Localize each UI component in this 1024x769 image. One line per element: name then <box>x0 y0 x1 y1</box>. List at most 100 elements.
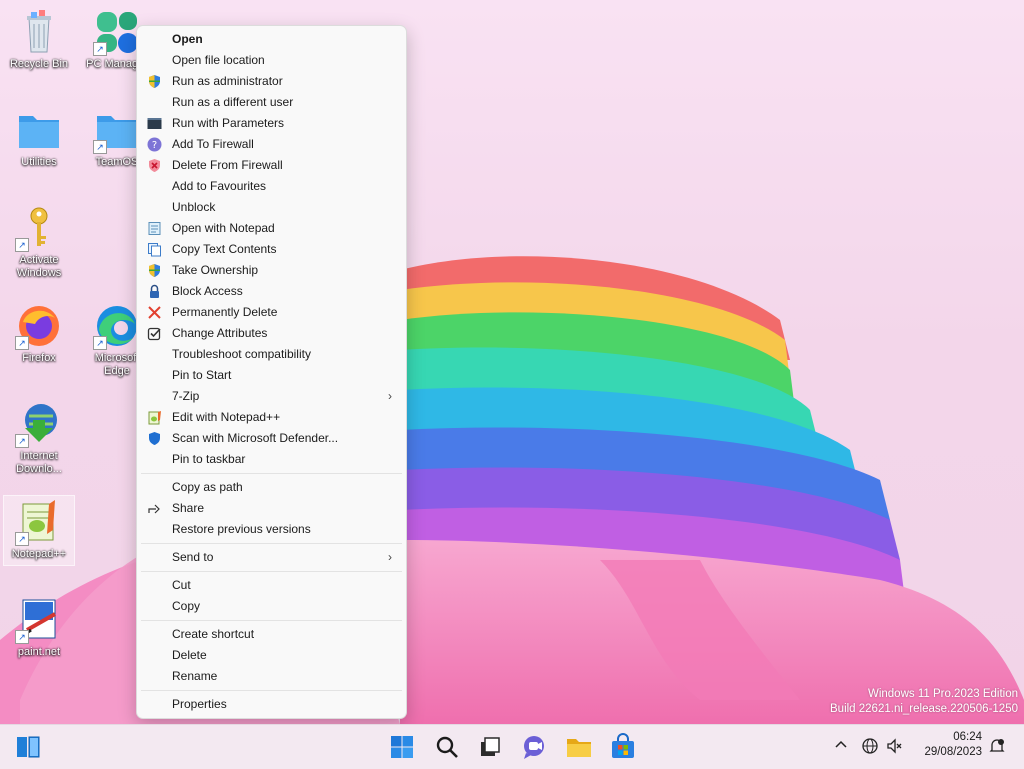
menu-item-share[interactable]: Share <box>137 498 406 519</box>
desktop-icon-label: Firefox <box>22 352 56 364</box>
menu-item-delete[interactable]: Delete <box>137 645 406 666</box>
menu-item-label: Copy <box>172 599 201 613</box>
taskbar: 06:24 29/08/2023 <box>0 724 1024 769</box>
microsoft-store-button[interactable] <box>609 733 637 761</box>
menu-item-properties[interactable]: Properties <box>137 694 406 715</box>
notepadpp-icon: ↗ <box>15 498 63 546</box>
menu-item-edit-with-notepadpp[interactable]: Edit with Notepad++ <box>137 407 406 428</box>
menu-item-delete-from-firewall[interactable]: Delete From Firewall <box>137 155 406 176</box>
menu-item-label: Add To Firewall <box>172 137 254 151</box>
menu-item-run-as-administrator[interactable]: Run as administrator <box>137 71 406 92</box>
search-button[interactable] <box>433 733 461 761</box>
chevron-up-icon <box>835 740 847 748</box>
network-button[interactable] <box>860 737 880 757</box>
menu-item-cut[interactable]: Cut <box>137 575 406 596</box>
windows-logo-icon <box>391 736 413 758</box>
notification-bell-icon <box>989 739 1005 752</box>
desktop-icon-firefox[interactable]: ↗ Firefox <box>8 302 70 365</box>
clock-date: 29/08/2023 <box>924 746 982 758</box>
menu-item-pin-to-taskbar[interactable]: Pin to taskbar <box>137 449 406 470</box>
shortcut-arrow-icon: ↗ <box>15 630 29 644</box>
pc-manager-icon: ↗ <box>93 8 141 56</box>
menu-item-change-attributes[interactable]: Change Attributes <box>137 323 406 344</box>
menu-item-run-as-different-user[interactable]: Run as a different user <box>137 92 406 113</box>
menu-item-copy[interactable]: Copy <box>137 596 406 617</box>
volume-muted-icon <box>887 738 902 754</box>
menu-item-label: Share <box>172 501 205 515</box>
paint-net-icon: ↗ <box>15 596 63 644</box>
share-icon <box>147 501 162 516</box>
menu-item-label: Run as administrator <box>172 74 283 88</box>
task-view-button[interactable] <box>476 733 504 761</box>
desktop-icon-label: Notepad++ <box>11 548 67 560</box>
menu-item-label: Troubleshoot compatibility <box>172 347 311 361</box>
menu-item-label: Add to Favourites <box>172 179 267 193</box>
desktop-icon-activate-windows[interactable]: ↗ Activate Windows <box>8 204 70 280</box>
menu-item-label: Take Ownership <box>172 263 259 277</box>
menu-item-open[interactable]: Open <box>137 29 406 50</box>
menu-item-7-zip[interactable]: 7-Zip › <box>137 386 406 407</box>
clock-time: 06:24 <box>953 731 982 743</box>
desktop-icon-recycle-bin[interactable]: Recycle Bin <box>8 8 70 71</box>
desktop-icon-paint-net[interactable]: ↗ paint.net <box>8 596 70 659</box>
key-icon: ↗ <box>15 204 63 252</box>
menu-item-label: Cut <box>172 578 191 592</box>
defender-icon <box>147 431 162 446</box>
help-circle-icon: ? <box>147 137 162 152</box>
desktop-icon-internet-download-manager[interactable]: ↗ Internet Downlo... <box>8 400 70 476</box>
menu-item-label: 7-Zip <box>172 389 200 403</box>
menu-item-add-to-firewall[interactable]: ? Add To Firewall <box>137 134 406 155</box>
search-icon <box>436 736 458 758</box>
desktop-icon-utilities[interactable]: Utilities <box>8 106 70 169</box>
context-menu: Open Open file location Run as administr… <box>136 25 407 719</box>
menu-item-send-to[interactable]: Send to › <box>137 547 406 568</box>
menu-item-open-file-location[interactable]: Open file location <box>137 50 406 71</box>
menu-item-unblock[interactable]: Unblock <box>137 197 406 218</box>
menu-item-copy-as-path[interactable]: Copy as path <box>137 477 406 498</box>
shortcut-arrow-icon: ↗ <box>15 238 29 252</box>
menu-item-copy-text-contents[interactable]: Copy Text Contents <box>137 239 406 260</box>
menu-item-troubleshoot-compatibility[interactable]: Troubleshoot compatibility <box>137 344 406 365</box>
teams-chat-button[interactable] <box>520 733 548 761</box>
widgets-button[interactable] <box>14 733 42 761</box>
desktop-icon-label: Internet Downlo... <box>16 450 62 475</box>
desktop-icon-label: Activate Windows <box>16 254 62 279</box>
terminal-icon <box>147 116 162 131</box>
notifications-button[interactable] <box>986 737 1008 757</box>
menu-item-run-with-parameters[interactable]: Run with Parameters <box>137 113 406 134</box>
menu-item-label: Run with Parameters <box>172 116 285 130</box>
menu-item-scan-with-defender[interactable]: Scan with Microsoft Defender... <box>137 428 406 449</box>
menu-item-rename[interactable]: Rename <box>137 666 406 687</box>
menu-item-permanently-delete[interactable]: Permanently Delete <box>137 302 406 323</box>
file-explorer-button[interactable] <box>565 733 593 761</box>
desktop-icon-label: TeamOS <box>95 156 139 168</box>
widgets-icon <box>17 736 40 758</box>
menu-item-label: Restore previous versions <box>172 522 311 536</box>
menu-item-label: Delete <box>172 648 207 662</box>
chat-icon <box>524 736 544 759</box>
chevron-right-icon: › <box>388 550 392 564</box>
menu-item-block-access[interactable]: Block Access <box>137 281 406 302</box>
menu-item-take-ownership[interactable]: Take Ownership <box>137 260 406 281</box>
menu-item-restore-previous-versions[interactable]: Restore previous versions <box>137 519 406 540</box>
menu-item-label: Pin to taskbar <box>172 452 246 466</box>
shortcut-arrow-icon: ↗ <box>93 140 107 154</box>
menu-item-open-with-notepad[interactable]: Open with Notepad <box>137 218 406 239</box>
copy-doc-icon <box>147 242 162 257</box>
menu-separator <box>141 543 402 544</box>
desktop-icon-label: Recycle Bin <box>9 58 69 70</box>
chevron-right-icon: › <box>388 389 392 403</box>
start-button[interactable] <box>388 733 416 761</box>
menu-item-pin-to-start[interactable]: Pin to Start <box>137 365 406 386</box>
folder-icon <box>15 106 63 154</box>
volume-button[interactable] <box>885 737 905 757</box>
menu-item-add-to-favourites[interactable]: Add to Favourites <box>137 176 406 197</box>
desktop-icon-notepadpp[interactable]: ↗ Notepad++ <box>3 495 75 566</box>
svg-text:?: ? <box>152 140 157 151</box>
menu-item-create-shortcut[interactable]: Create shortcut <box>137 624 406 645</box>
show-hidden-icons-button[interactable] <box>832 737 850 757</box>
menu-item-label: Open file location <box>172 53 265 67</box>
shield-icon <box>147 74 162 89</box>
shortcut-arrow-icon: ↗ <box>15 532 29 546</box>
taskbar-clock[interactable]: 06:24 29/08/2023 <box>924 730 982 760</box>
